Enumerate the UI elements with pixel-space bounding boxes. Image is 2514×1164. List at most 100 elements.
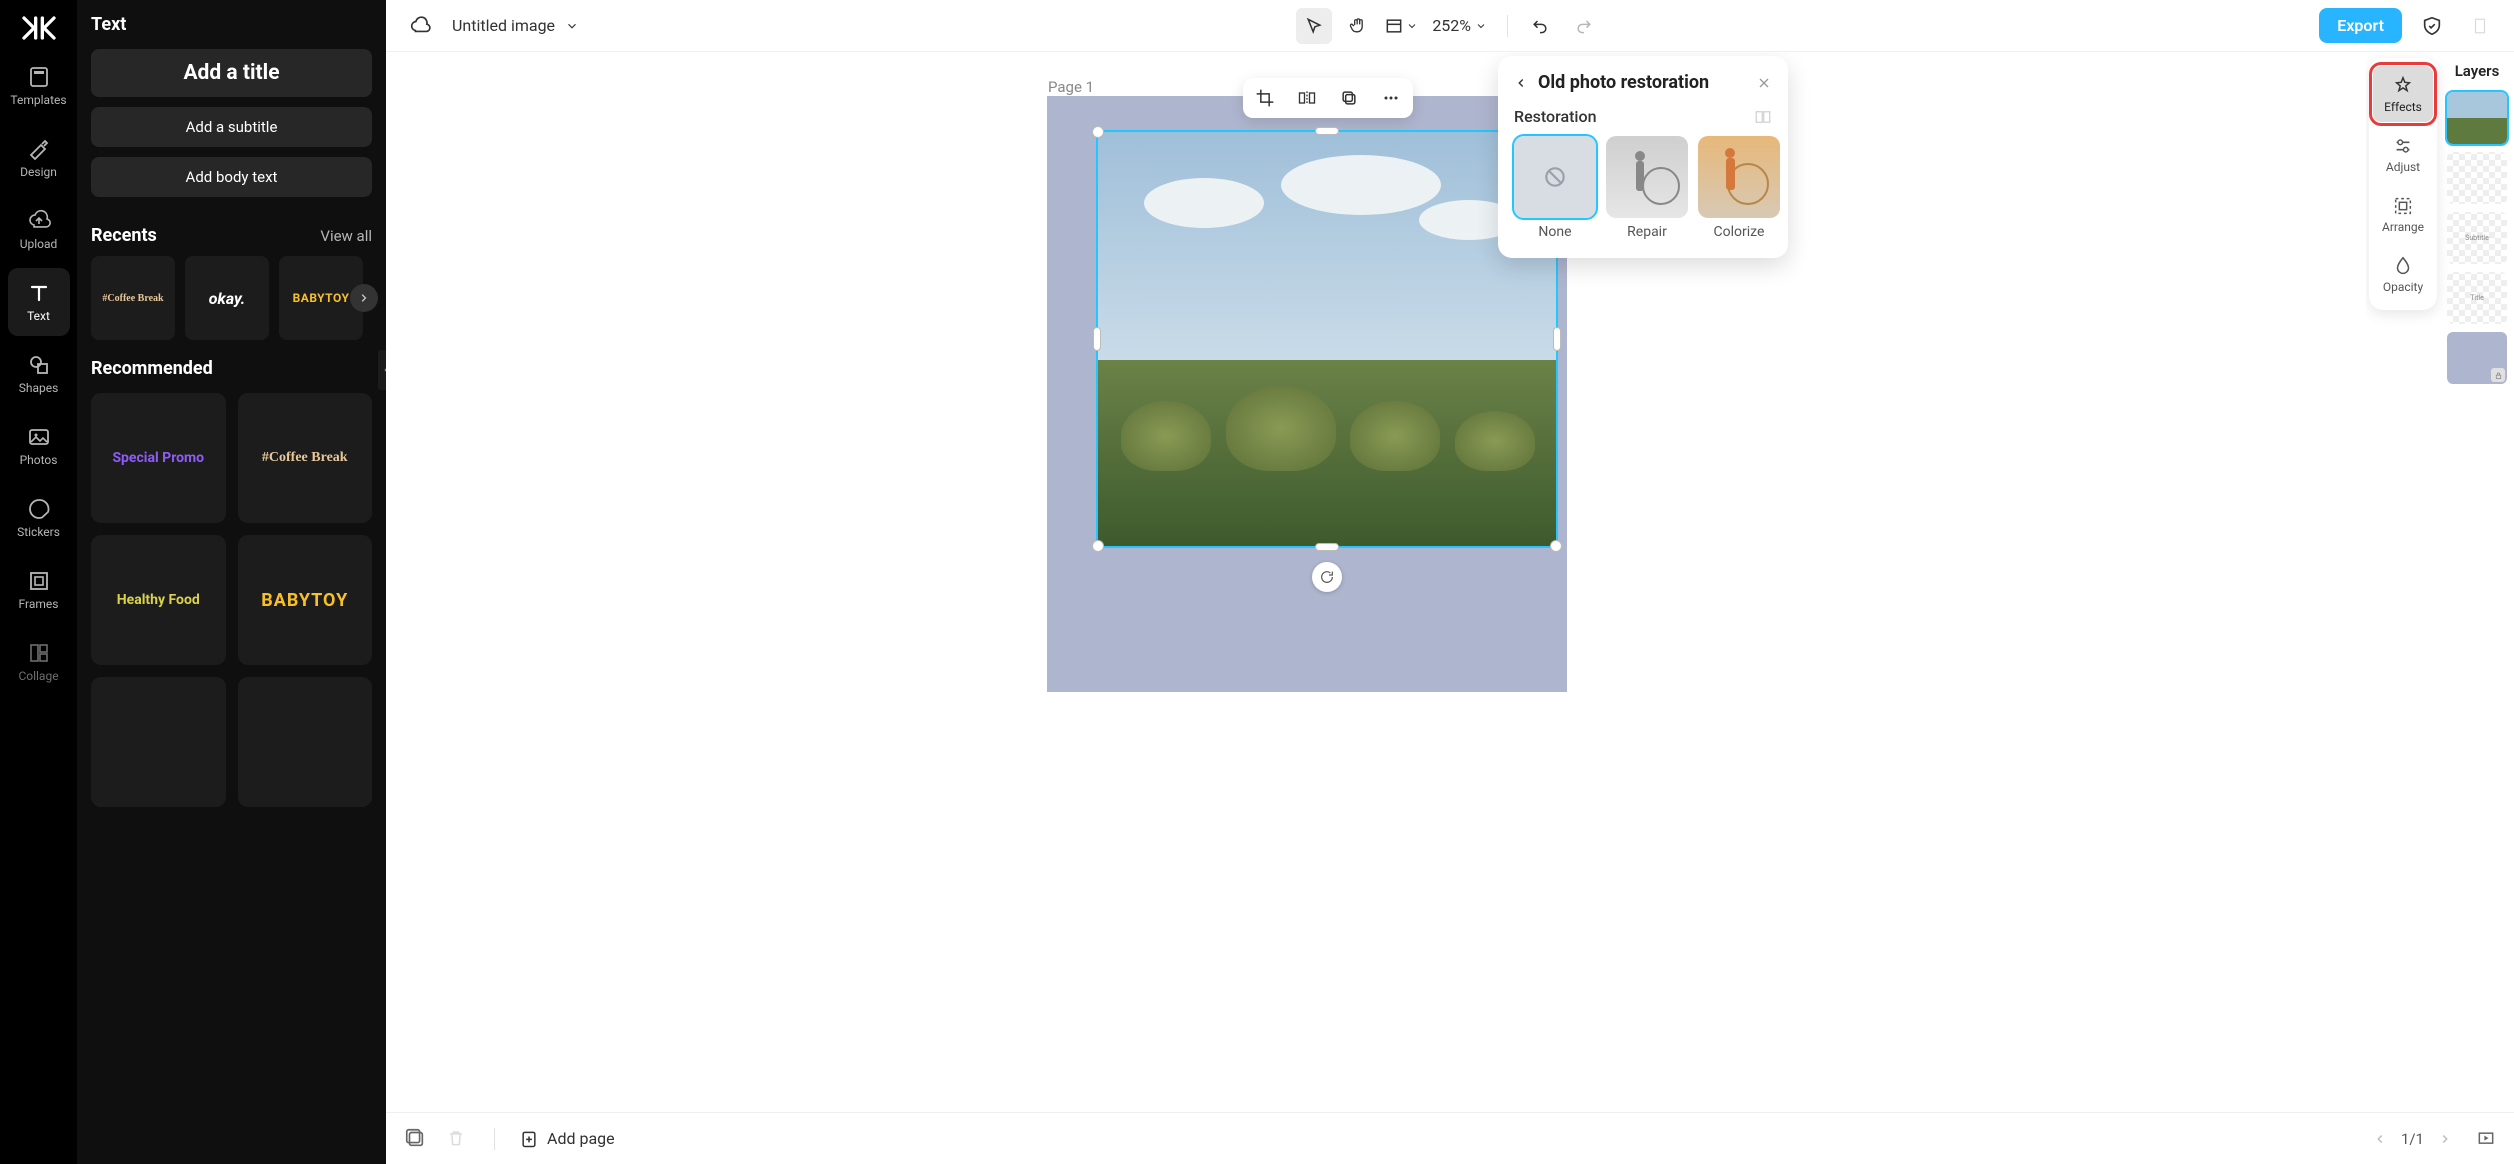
arrange-tab[interactable]: Arrange bbox=[2373, 186, 2433, 242]
crop-button[interactable] bbox=[1253, 86, 1277, 110]
add-page-button[interactable]: Add page bbox=[519, 1128, 615, 1150]
recommended-item[interactable]: Special Promo bbox=[91, 393, 226, 523]
recent-item[interactable]: okay. bbox=[185, 256, 269, 340]
recommended-item[interactable] bbox=[91, 677, 226, 807]
resize-handle[interactable] bbox=[1092, 540, 1104, 552]
compare-icon[interactable] bbox=[1754, 108, 1772, 126]
adjust-tab[interactable]: Adjust bbox=[2373, 126, 2433, 182]
recent-item[interactable]: #Coffee Break bbox=[91, 256, 175, 340]
resize-handle[interactable] bbox=[1553, 327, 1561, 351]
rail-collage[interactable]: Collage bbox=[8, 628, 70, 696]
pages-overview-button[interactable] bbox=[404, 1127, 428, 1151]
rotate-handle[interactable] bbox=[1312, 562, 1342, 592]
next-page-button[interactable] bbox=[2438, 1132, 2452, 1146]
effects-tab[interactable]: Effects bbox=[2373, 66, 2433, 122]
shield-icon[interactable] bbox=[2414, 8, 2450, 44]
canvas[interactable]: Page 1 bbox=[386, 52, 2366, 1112]
export-button[interactable]: Export bbox=[2319, 8, 2402, 43]
separator bbox=[1507, 15, 1508, 37]
rail-label: Design bbox=[20, 165, 57, 179]
document-title[interactable]: Untitled image bbox=[452, 16, 579, 35]
layer-thumb[interactable] bbox=[2447, 152, 2507, 204]
chevron-down-icon bbox=[565, 19, 579, 33]
recommended-item[interactable]: Healthy Food bbox=[91, 535, 226, 665]
zoom-value: 252% bbox=[1432, 16, 1471, 35]
view-all-link[interactable]: View all bbox=[320, 227, 372, 245]
restoration-option-colorize[interactable]: Colorize bbox=[1698, 136, 1780, 240]
redo-button[interactable] bbox=[1566, 8, 1602, 44]
rail-frames[interactable]: Frames bbox=[8, 556, 70, 624]
cloud-sync-icon[interactable] bbox=[402, 8, 438, 44]
close-button[interactable] bbox=[1756, 75, 1772, 91]
rail-label: Collage bbox=[18, 669, 58, 683]
rail-photos[interactable]: Photos bbox=[8, 412, 70, 480]
rail-stickers[interactable]: Stickers bbox=[8, 484, 70, 552]
rail-shapes[interactable]: Shapes bbox=[8, 340, 70, 408]
add-body-button[interactable]: Add body text bbox=[91, 157, 372, 197]
layer-thumb[interactable]: Title bbox=[2447, 272, 2507, 324]
popover-title: Old photo restoration bbox=[1538, 72, 1709, 93]
rail-upload[interactable]: Upload bbox=[8, 196, 70, 264]
restoration-option-repair[interactable]: Repair bbox=[1606, 136, 1688, 240]
selected-image[interactable] bbox=[1096, 130, 1558, 548]
selection-toolbar bbox=[1243, 78, 1413, 118]
resize-handle[interactable] bbox=[1550, 540, 1562, 552]
rail-label: Upload bbox=[20, 237, 58, 251]
layers-title: Layers bbox=[2455, 62, 2500, 80]
more-menu[interactable] bbox=[2462, 8, 2498, 44]
option-label: None bbox=[1538, 224, 1571, 240]
undo-button[interactable] bbox=[1522, 8, 1558, 44]
recommended-grid: Special Promo #Coffee Break Healthy Food… bbox=[91, 393, 372, 807]
recommended-item[interactable]: #Coffee Break bbox=[238, 393, 373, 523]
select-tool[interactable] bbox=[1296, 8, 1332, 44]
restoration-label: Restoration bbox=[1514, 107, 1596, 126]
layer-thumb[interactable] bbox=[2447, 92, 2507, 144]
lock-icon bbox=[2491, 368, 2505, 382]
add-title-button[interactable]: Add a title bbox=[91, 49, 372, 97]
recents-heading: Recents bbox=[91, 225, 157, 246]
hand-tool[interactable] bbox=[1340, 8, 1376, 44]
recommended-item[interactable] bbox=[238, 677, 373, 807]
rail-text[interactable]: Text bbox=[8, 268, 70, 336]
rail-label: Photos bbox=[20, 453, 58, 467]
duplicate-button[interactable] bbox=[1337, 86, 1361, 110]
option-label: Repair bbox=[1627, 224, 1667, 240]
page-label: Page 1 bbox=[1048, 78, 1094, 96]
layer-thumb[interactable]: Subtitle bbox=[2447, 212, 2507, 264]
delete-page-button[interactable] bbox=[446, 1127, 470, 1151]
present-button[interactable] bbox=[2476, 1129, 2496, 1149]
tool-label: Effects bbox=[2384, 100, 2422, 114]
resize-handle[interactable] bbox=[1315, 127, 1339, 135]
more-options-button[interactable] bbox=[1379, 86, 1403, 110]
document-title-text: Untitled image bbox=[452, 16, 555, 35]
rail-label: Shapes bbox=[19, 381, 59, 395]
recents-next-button[interactable] bbox=[350, 284, 378, 312]
resize-handle[interactable] bbox=[1315, 543, 1339, 551]
flip-button[interactable] bbox=[1295, 86, 1319, 110]
right-toolbar: Effects Adjust Arrange Opacity bbox=[2366, 52, 2440, 1112]
rail-design[interactable]: Design bbox=[8, 124, 70, 192]
zoom-dropdown[interactable]: 252% bbox=[1426, 16, 1493, 35]
tool-label: Opacity bbox=[2383, 280, 2423, 294]
option-label: Colorize bbox=[1714, 224, 1765, 240]
recommended-heading: Recommended bbox=[91, 358, 213, 379]
main-area: Untitled image 252% bbox=[386, 0, 2514, 1164]
back-icon[interactable] bbox=[1514, 76, 1528, 90]
canvas-size-dropdown[interactable] bbox=[1384, 8, 1418, 44]
resize-handle[interactable] bbox=[1092, 126, 1104, 138]
text-panel: Text Add a title Add a subtitle Add body… bbox=[77, 0, 386, 1164]
app-logo[interactable] bbox=[15, 8, 63, 48]
rail-label: Frames bbox=[19, 597, 59, 611]
restoration-option-none[interactable]: None bbox=[1514, 136, 1596, 240]
rail-templates[interactable]: Templates bbox=[8, 52, 70, 120]
opacity-tab[interactable]: Opacity bbox=[2373, 246, 2433, 302]
rail-label: Text bbox=[27, 309, 50, 323]
recommended-item[interactable]: BABYTOY bbox=[238, 535, 373, 665]
prev-page-button[interactable] bbox=[2373, 1132, 2387, 1146]
restoration-popover: Old photo restoration Restoration None bbox=[1498, 56, 1788, 258]
layers-panel: Layers Subtitle Title bbox=[2440, 52, 2514, 1112]
layer-thumb[interactable] bbox=[2447, 332, 2507, 384]
resize-handle[interactable] bbox=[1093, 327, 1101, 351]
add-subtitle-button[interactable]: Add a subtitle bbox=[91, 107, 372, 147]
panel-title: Text bbox=[91, 14, 372, 35]
